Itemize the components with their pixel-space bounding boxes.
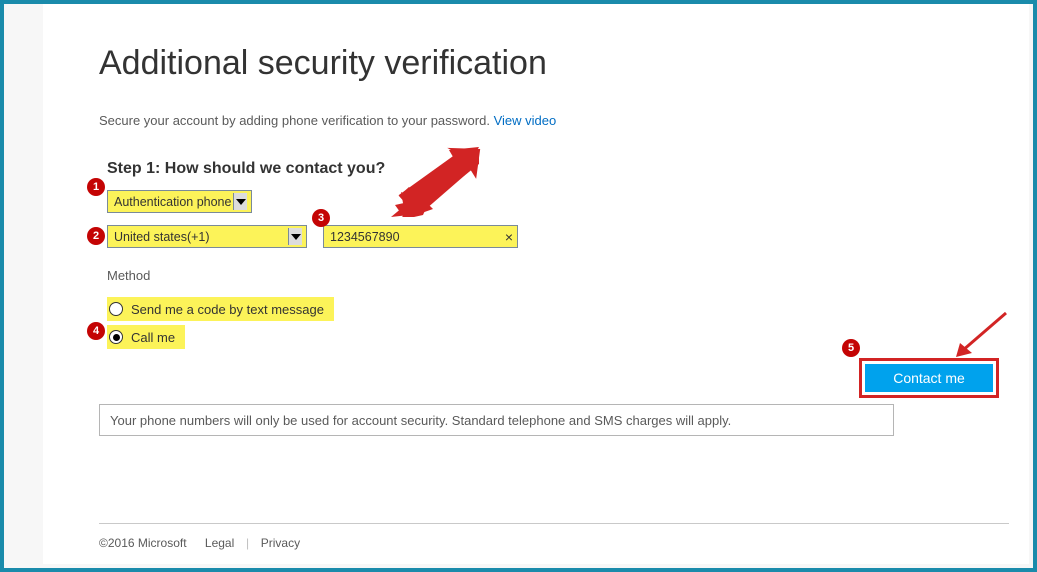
step-title: Step 1: How should we contact you? — [107, 160, 999, 178]
app-frame: Additional security verification Secure … — [0, 0, 1037, 572]
row-auth-phone: 1 Authentication phone — [107, 190, 999, 213]
annotation-badge-2: 2 — [87, 227, 105, 245]
legal-link[interactable]: Legal — [205, 536, 234, 550]
annotation-badge-5: 5 — [842, 339, 860, 357]
content-area: Additional security verification Secure … — [99, 44, 999, 504]
page-title: Additional security verification — [99, 44, 999, 83]
radio-icon[interactable] — [109, 330, 123, 344]
annotation-badge-3: 3 — [312, 209, 330, 227]
chevron-down-icon — [233, 193, 247, 210]
method-label: Method — [107, 268, 999, 283]
clear-input-icon[interactable]: × — [505, 229, 513, 245]
subtitle-row: Secure your account by adding phone veri… — [99, 113, 999, 128]
method-text-option[interactable]: Send me a code by text message — [107, 297, 334, 321]
auth-phone-select[interactable]: Authentication phone — [107, 190, 252, 213]
annotation-badge-4: 4 — [87, 322, 105, 340]
phone-number-value: 1234567890 — [330, 230, 400, 244]
method-call-label: Call me — [131, 330, 175, 345]
chevron-down-icon — [288, 228, 302, 245]
divider: | — [243, 536, 253, 550]
method-call-option[interactable]: Call me — [107, 325, 185, 349]
country-code-value: United states(+1) — [114, 230, 210, 244]
page: Additional security verification Secure … — [43, 4, 1029, 564]
annotation-badge-1: 1 — [87, 178, 105, 196]
method-options: 4 Send me a code by text message Call me — [107, 297, 999, 349]
security-notice: Your phone numbers will only be used for… — [99, 404, 894, 436]
subtitle-text: Secure your account by adding phone veri… — [99, 113, 490, 128]
copyright-text: ©2016 Microsoft — [99, 536, 187, 550]
phone-number-input[interactable]: 1234567890 × — [323, 225, 518, 248]
country-code-select[interactable]: United states(+1) — [107, 225, 307, 248]
radio-icon[interactable] — [109, 302, 123, 316]
contact-me-highlight: 5 Contact me — [859, 358, 999, 398]
privacy-link[interactable]: Privacy — [261, 536, 300, 550]
method-text-label: Send me a code by text message — [131, 302, 324, 317]
auth-phone-value: Authentication phone — [114, 195, 231, 209]
view-video-link[interactable]: View video — [494, 113, 557, 128]
footer: ©2016 Microsoft Legal | Privacy — [99, 523, 1009, 550]
contact-me-button[interactable]: Contact me — [865, 364, 993, 392]
